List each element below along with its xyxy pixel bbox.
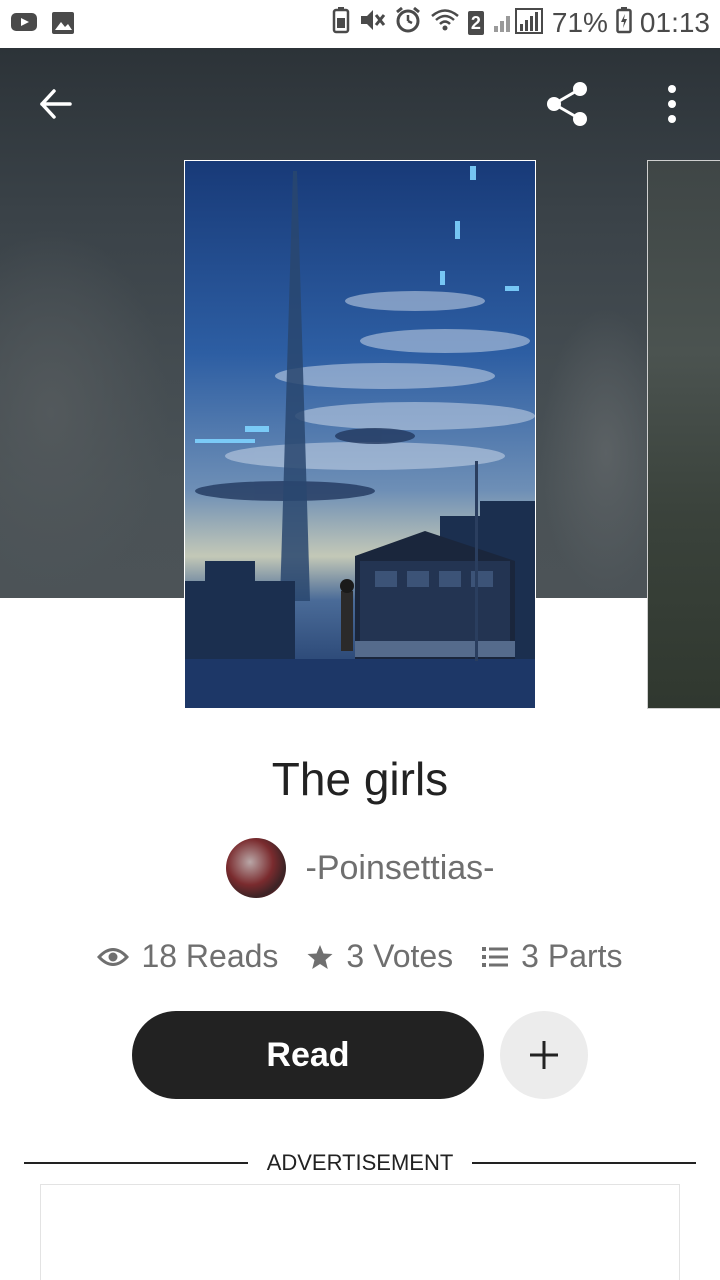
read-button-label: Read (266, 1035, 350, 1074)
share-button[interactable] (540, 76, 596, 132)
alarm-icon (394, 6, 422, 39)
story-cover[interactable] (184, 160, 536, 709)
hero-blur-left (0, 228, 170, 598)
parts-stat: 3 Parts (481, 938, 623, 975)
mute-icon (358, 6, 386, 39)
advertisement-slot[interactable] (40, 1184, 680, 1280)
share-icon (547, 82, 587, 126)
read-button[interactable]: Read (132, 1011, 484, 1099)
author-avatar[interactable] (225, 838, 286, 898)
add-to-library-button[interactable] (500, 1011, 588, 1099)
author-link[interactable]: -Poinsettias- (0, 838, 720, 898)
sim-badge: 2 (467, 10, 484, 35)
story-title: The girls (271, 753, 449, 805)
image-icon (50, 10, 76, 41)
ad-divider-left (24, 1162, 248, 1164)
story-stats: 18 Reads 3 Votes 3 Parts (0, 938, 720, 975)
votes-stat: 3 Votes (306, 938, 453, 975)
battery-saver-icon (332, 6, 350, 39)
hero-blur-right (540, 308, 650, 598)
battery-percent: 71% (551, 6, 608, 38)
reads-count: 18 Reads (141, 938, 279, 974)
battery-icon (616, 6, 632, 39)
author-name[interactable]: -Poinsettias- (306, 849, 495, 888)
list-icon (482, 946, 509, 967)
more-vertical-icon (668, 85, 676, 123)
status-bar: 2 71% 01:13 (0, 0, 720, 48)
signal-icon (492, 6, 544, 39)
parts-count: 3 Parts (521, 938, 623, 974)
youtube-icon (10, 10, 38, 41)
eye-icon (97, 947, 130, 966)
votes-count: 3 Votes (346, 938, 454, 974)
story-details-screen: 2 71% 01:13 The girls -Poinsettias- 18 R… (0, 0, 720, 1280)
star-icon (307, 944, 333, 969)
clock: 01:13 (639, 6, 710, 38)
more-options-button[interactable] (644, 76, 700, 132)
advertisement-label: ADVERTISEMENT (266, 1150, 454, 1175)
ad-divider-right (472, 1162, 696, 1164)
wifi-icon (430, 7, 460, 38)
reads-stat: 18 Reads (97, 938, 278, 975)
plus-icon (530, 1041, 558, 1069)
next-story-cover[interactable] (647, 160, 720, 709)
arrow-left-icon (40, 89, 72, 119)
back-button[interactable] (28, 76, 84, 132)
